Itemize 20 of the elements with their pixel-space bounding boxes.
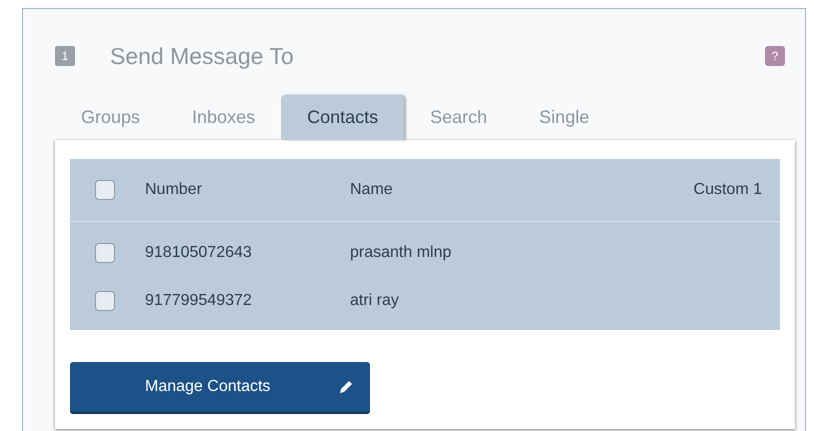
step-badge: 1 — [55, 46, 75, 66]
section-title: Send Message To — [110, 42, 294, 71]
pencil-icon — [338, 379, 354, 395]
table-cell-text: 918105072643 — [145, 243, 253, 263]
tab[interactable]: Contacts — [281, 95, 404, 140]
column-header: Number — [145, 180, 203, 200]
table-cell-text: 917799549372 — [145, 291, 253, 311]
tab[interactable]: Inboxes — [166, 95, 282, 140]
table-cell-text: prasanth mlnp — [350, 243, 452, 263]
help-button[interactable]: ? — [765, 46, 785, 66]
column-header: Name — [350, 180, 393, 200]
table-cell-text: atri ray — [350, 291, 399, 311]
manage-contacts-button[interactable]: Manage Contacts — [70, 362, 370, 412]
tab[interactable]: Search — [404, 95, 514, 140]
tab[interactable]: Groups — [55, 95, 166, 140]
checkbox[interactable] — [95, 243, 115, 263]
checkbox[interactable] — [95, 291, 115, 311]
checkbox[interactable] — [95, 180, 115, 200]
tab[interactable]: Single — [513, 95, 616, 140]
column-header: Custom 1 — [694, 180, 762, 200]
